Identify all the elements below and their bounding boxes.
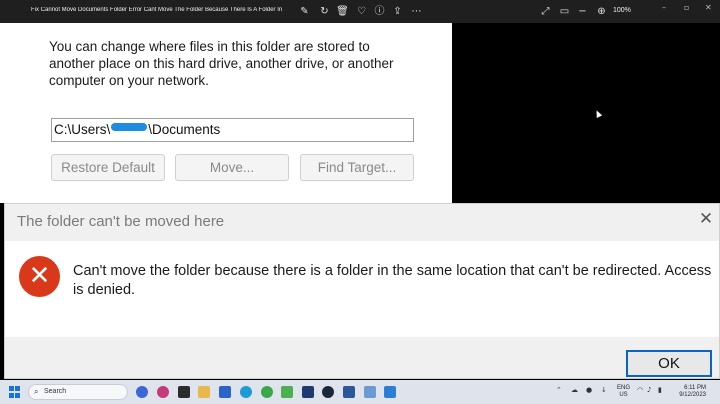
notepad-app-icon[interactable] xyxy=(364,386,376,398)
wifi-icon[interactable]: ◠ xyxy=(637,386,643,394)
word-app-icon[interactable] xyxy=(343,386,355,398)
delete-icon[interactable]: 🗑 xyxy=(336,5,349,18)
maximize-icon[interactable]: ▫ xyxy=(684,3,689,12)
share-icon[interactable]: ⇪ xyxy=(391,5,404,18)
chat-app-icon[interactable] xyxy=(136,386,148,398)
window-close-icon[interactable]: ✕ xyxy=(705,3,712,12)
region-code: US xyxy=(619,392,628,398)
browser-app-icon[interactable] xyxy=(157,386,169,398)
taskbar: ⌕ Search ⌃ ☁ ● ↓ ENG US ◠ ♪ ▮ 6:11 PM 9/… xyxy=(0,380,720,404)
search-icon: ⌕ xyxy=(34,387,39,396)
mouse-cursor xyxy=(593,109,603,118)
dialog-title: The folder can't be moved here xyxy=(17,213,225,230)
xbox-app-icon[interactable] xyxy=(281,386,293,398)
start-windows-icon[interactable] xyxy=(9,386,21,398)
error-message: Can't move the folder because there is a… xyxy=(73,263,712,298)
location-properties-panel: You can change where files in this folde… xyxy=(23,23,452,203)
steam-app-icon[interactable] xyxy=(322,386,334,398)
language-code: ENG xyxy=(617,385,631,391)
edit-icon[interactable]: ✎ xyxy=(298,5,311,18)
minimize-icon[interactable]: – xyxy=(662,3,666,12)
zoom-in-icon[interactable]: ⊕ xyxy=(595,5,608,18)
error-icon: ✕ xyxy=(19,256,60,297)
tray-chevron-icon[interactable]: ⌃ xyxy=(556,386,562,394)
error-dialog: The folder can't be moved here ✕ ✕ Can't… xyxy=(4,203,720,379)
app-tray-icon[interactable]: ● xyxy=(586,386,592,394)
viewer-title: Fix Cannot Move Documents Folder Error C… xyxy=(31,7,283,13)
redacted-username xyxy=(111,123,148,131)
paint-app-icon[interactable] xyxy=(384,386,396,398)
chrome-browser-icon[interactable] xyxy=(261,386,273,398)
volume-icon[interactable]: ♪ xyxy=(647,386,651,394)
language-indicator[interactable]: ENG US xyxy=(617,385,630,399)
cloud-icon[interactable]: ☁ xyxy=(571,386,578,394)
rotate-icon[interactable]: ↻ xyxy=(318,5,331,18)
clock-date: 9/12/2023 xyxy=(679,392,706,398)
dialog-body: ✕ Can't move the folder because there is… xyxy=(5,241,719,337)
path-prefix: C:\Users\ xyxy=(54,122,111,137)
zoom-out-icon[interactable]: − xyxy=(576,5,589,18)
folder-path-input[interactable]: C:\Users\ \Documents xyxy=(51,118,414,142)
move-button[interactable]: Move... xyxy=(175,154,289,181)
more-icon[interactable]: ⋯ xyxy=(410,5,423,18)
ok-button[interactable]: OK xyxy=(626,350,712,377)
taskbar-search[interactable]: ⌕ Search xyxy=(28,384,128,400)
slideshow-icon[interactable]: ▭ xyxy=(558,5,571,18)
clock-time: 6:11 PM xyxy=(684,385,706,391)
fullscreen-icon[interactable]: ⤢ xyxy=(539,5,552,18)
viewer-toolbar: Fix Cannot Move Documents Folder Error C… xyxy=(0,0,720,23)
info-icon[interactable]: ⓘ xyxy=(373,5,386,18)
location-description: You can change where files in this folde… xyxy=(49,39,394,88)
game-app-icon[interactable] xyxy=(178,386,190,398)
favorite-icon[interactable]: ♡ xyxy=(355,5,368,18)
left-gutter xyxy=(0,23,23,203)
dialog-close-icon[interactable]: ✕ xyxy=(697,210,715,228)
photos-app-icon[interactable] xyxy=(302,386,314,398)
restore-default-button[interactable]: Restore Default xyxy=(51,154,165,181)
file-explorer-icon[interactable] xyxy=(198,386,210,398)
zoom-level: 100% xyxy=(613,7,631,14)
taskbar-clock[interactable]: 6:11 PM 9/12/2023 xyxy=(672,385,706,399)
search-label: Search xyxy=(44,388,67,395)
find-target-button[interactable]: Find Target... xyxy=(300,154,414,181)
path-suffix: \Documents xyxy=(148,122,221,137)
battery-icon[interactable]: ▮ xyxy=(658,386,662,394)
store-app-icon[interactable] xyxy=(219,386,231,398)
edge-browser-icon[interactable] xyxy=(240,386,252,398)
download-icon[interactable]: ↓ xyxy=(601,386,607,394)
